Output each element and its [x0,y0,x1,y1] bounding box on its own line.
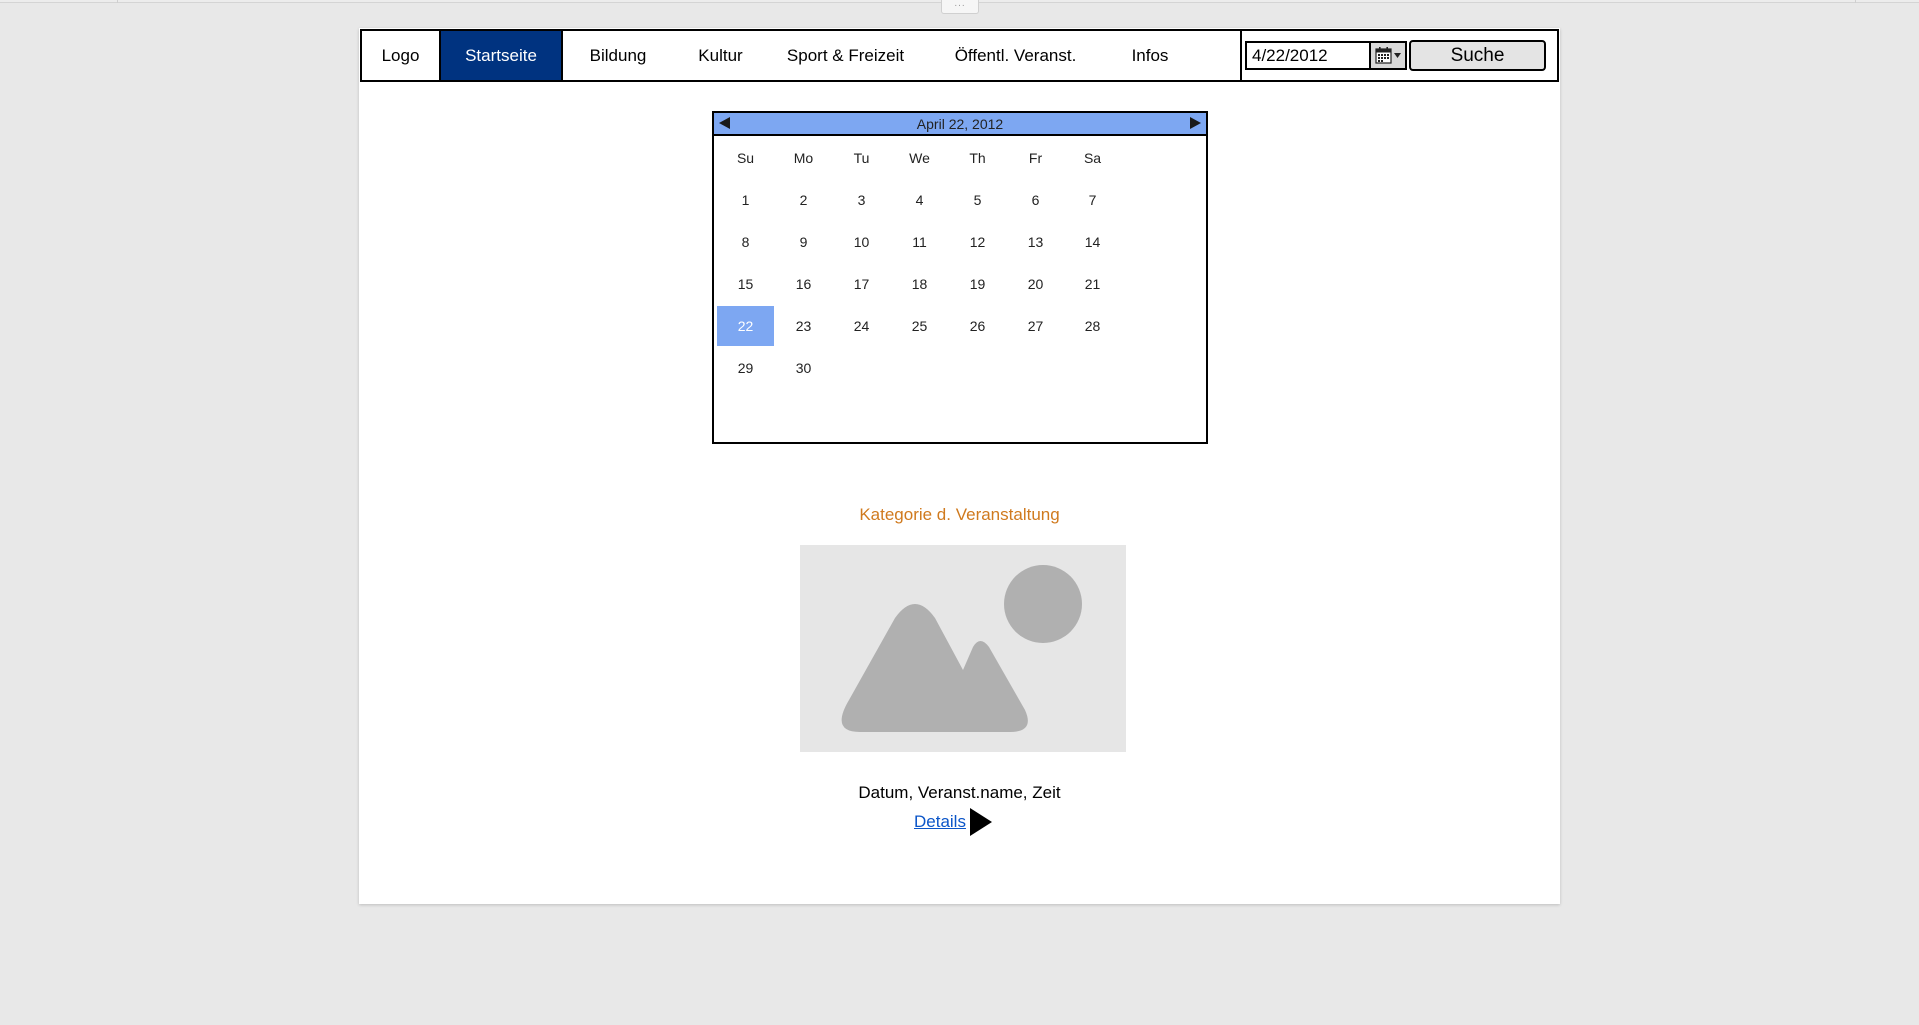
calendar-day[interactable]: 26 [949,306,1006,346]
calendar-day[interactable]: 29 [717,348,774,388]
weekday-label: We [909,150,930,166]
nav-item-startseite[interactable]: Startseite [441,31,563,80]
nav-item-kultur[interactable]: Kultur [673,31,768,80]
nav-item-logo[interactable]: Logo [362,31,441,80]
calendar-day[interactable]: 1 [717,180,774,220]
weekday-label: Tu [853,150,870,166]
chevron-down-icon [1394,53,1401,58]
nav-item-infos[interactable]: Infos [1108,31,1192,80]
calendar-day[interactable]: 5 [949,180,1006,220]
calendar-day[interactable]: 12 [949,222,1006,262]
date-search-area: Suche [1240,31,1557,80]
calendar-day[interactable]: 2 [775,180,832,220]
weekday-label: Fr [1028,150,1043,166]
ellipsis-icon[interactable]: ... [941,0,979,14]
calendar-day[interactable]: 9 [775,222,832,262]
calendar-day[interactable]: 11 [891,222,948,262]
calendar-day[interactable]: 25 [891,306,948,346]
date-input[interactable] [1245,41,1369,70]
calendar-day[interactable]: 4 [891,180,948,220]
calendar-day[interactable]: 18 [891,264,948,304]
calendar-day[interactable]: 23 [775,306,832,346]
event-category-label: Kategorie d. Veranstaltung [859,505,1060,524]
calendar-day[interactable]: 16 [775,264,832,304]
next-month-icon[interactable] [1190,117,1201,129]
nav-item-bildung[interactable]: Bildung [563,31,673,80]
calendar-day[interactable]: 28 [1064,306,1121,346]
calendar-day[interactable]: 14 [1064,222,1121,262]
search-button[interactable]: Suche [1409,40,1546,71]
weekday-label: Th [969,150,986,166]
weekday-label: Sa [1083,150,1102,166]
details-link[interactable]: Details [914,812,966,832]
calendar-button[interactable] [1369,41,1407,70]
calendar-day[interactable]: 27 [1007,306,1064,346]
calendar-day[interactable]: 20 [1007,264,1064,304]
calendar-day[interactable]: 24 [833,306,890,346]
top-navigation: Logo Startseite Bildung Kultur Sport & F… [360,29,1559,82]
calendar-icon [1375,47,1392,64]
top-strip-tick [1855,0,1856,3]
top-strip-tick [117,0,118,3]
prev-month-icon[interactable] [719,117,730,129]
nav-item-oeffentl-veranst[interactable]: Öffentl. Veranst. [923,31,1108,80]
calendar-day[interactable]: 13 [1007,222,1064,262]
calendar-day[interactable]: 7 [1064,180,1121,220]
calendar-day[interactable]: 21 [1064,264,1121,304]
weekday-label: Su [736,150,755,166]
date-picker-calendar: April 22, 2012 Su Mo Tu We Th Fr Sa 1 2 3 4 5 6 7 8 9 10… [712,111,1208,444]
calendar-title: April 22, 2012 [916,115,1004,132]
image-placeholder-icon [800,545,1126,752]
calendar-day-selected[interactable]: 22 [717,306,774,346]
event-info-text: Datum, Veranst.name, Zeit [858,783,1061,802]
image-placeholder-graphic [841,565,1082,732]
calendar-day[interactable]: 6 [1007,180,1064,220]
play-arrow-icon[interactable] [968,806,994,838]
calendar-day[interactable]: 8 [717,222,774,262]
calendar-day[interactable]: 17 [833,264,890,304]
calendar-day[interactable]: 10 [833,222,890,262]
weekday-label: Mo [793,150,814,166]
calendar-day[interactable]: 19 [949,264,1006,304]
details-row: Details [914,806,994,838]
calendar-header: April 22, 2012 [714,113,1206,136]
calendar-day[interactable]: 30 [775,348,832,388]
calendar-day[interactable]: 15 [717,264,774,304]
nav-item-sport-freizeit[interactable]: Sport & Freizeit [768,31,923,80]
calendar-day[interactable]: 3 [833,180,890,220]
page-canvas: Logo Startseite Bildung Kultur Sport & F… [359,28,1560,904]
